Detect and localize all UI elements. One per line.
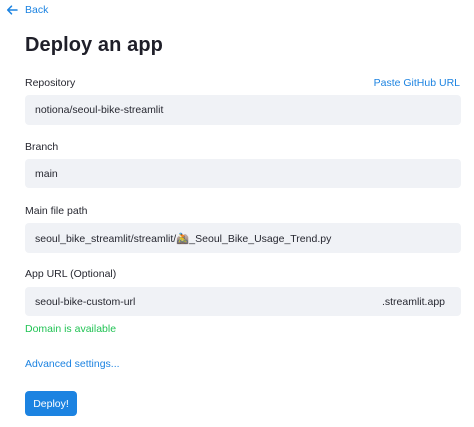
- page-title: Deploy an app: [25, 34, 163, 56]
- repository-input[interactable]: notiona/seoul-bike-streamlit: [25, 95, 461, 125]
- app-url-suffix: .streamlit.app: [381, 295, 445, 308]
- arrow-left-icon: [6, 5, 18, 15]
- app-url-value: seoul-bike-custom-url: [35, 295, 136, 308]
- main-file-label: Main file path: [25, 205, 88, 217]
- back-link[interactable]: Back: [6, 4, 48, 16]
- branch-label: Branch: [25, 141, 59, 153]
- main-file-input[interactable]: seoul_bike_streamlit/streamlit/🚵_Seoul_B…: [25, 223, 461, 253]
- advanced-settings-link[interactable]: Advanced settings...: [25, 358, 120, 370]
- repository-value: notiona/seoul-bike-streamlit: [35, 104, 164, 116]
- deploy-button[interactable]: Deploy!: [25, 391, 77, 416]
- domain-status: Domain is available: [25, 323, 117, 335]
- branch-value: main: [35, 167, 58, 180]
- paste-github-url-link[interactable]: Paste GitHub URL: [374, 77, 460, 89]
- branch-input[interactable]: main: [25, 159, 461, 188]
- repository-label: Repository: [25, 77, 76, 89]
- back-label: Back: [25, 4, 49, 16]
- main-file-value: seoul_bike_streamlit/streamlit/🚵_Seoul_B…: [35, 232, 332, 245]
- app-url-input[interactable]: seoul-bike-custom-url .streamlit.app: [25, 287, 461, 316]
- app-url-label: App URL (Optional): [25, 268, 117, 280]
